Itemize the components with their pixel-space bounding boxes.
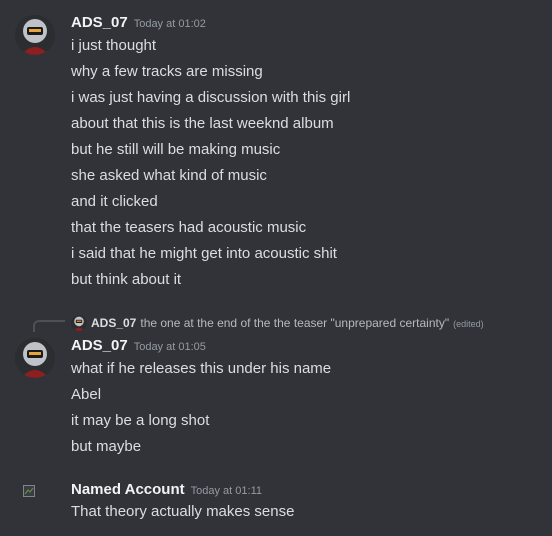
message-line: i just thought [71,37,157,54]
reply-avatar [71,314,87,331]
reply-reference[interactable]: ADS_07 the one at the end of the the teas… [71,313,484,333]
reply-preview-text: the one at the end of the the teaser "un… [140,316,450,330]
edited-tag: (edited) [453,319,484,329]
message-line: That theory actually makes sense [71,503,295,520]
user-avatar[interactable] [15,15,55,55]
username[interactable]: ADS_07 [71,337,128,354]
message-line: but he still will be making music [71,141,281,158]
user-avatar[interactable] [15,338,55,378]
message-line: what if he releases this under his name [71,360,332,377]
message-line: she asked what kind of music [71,167,267,184]
message-line: about that this is the last weeknd album [71,115,334,132]
message-line: Abel [71,386,102,403]
reply-username[interactable]: ADS_07 [91,316,136,330]
chat-messages: ADS_07 Today at 01:02 i just thought why … [0,0,552,536]
message-header: Named Account Today at 01:11 [71,479,262,501]
message-timestamp: Today at 01:05 [133,341,206,353]
message-timestamp: Today at 01:02 [133,18,206,30]
message-line: why a few tracks are missing [71,63,263,80]
message-line: it may be a long shot [71,412,210,429]
message-line: but maybe [71,438,142,455]
message-header: ADS_07 Today at 01:05 [71,335,206,357]
username[interactable]: Named Account [71,481,185,498]
reply-spine [33,320,65,332]
message-timestamp: Today at 01:11 [190,485,262,497]
message-line: i was just having a discussion with this… [71,89,351,106]
helmet-avatar-icon [15,338,55,378]
message-header: ADS_07 Today at 01:02 [71,12,206,34]
broken-avatar-icon[interactable] [23,484,35,497]
username[interactable]: ADS_07 [71,14,128,31]
message-line: but think about it [71,271,182,288]
message-line: that the teasers had acoustic music [71,219,307,236]
message-line: i said that he might get into acoustic s… [71,245,337,262]
message-line: and it clicked [71,193,158,210]
helmet-avatar-icon [15,15,55,55]
helmet-avatar-icon [71,314,87,331]
